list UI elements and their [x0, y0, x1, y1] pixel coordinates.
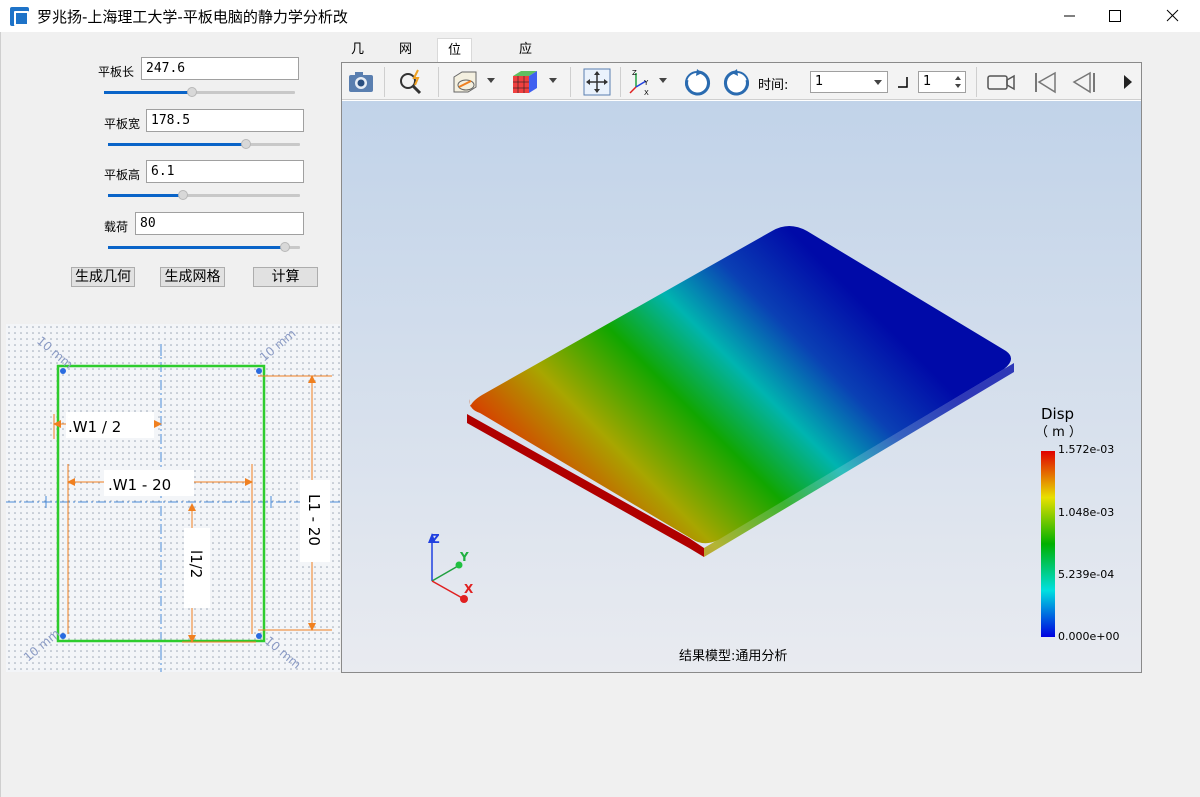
- chevron-down-icon: [874, 80, 882, 85]
- time-label: 时间:: [758, 78, 789, 93]
- dim-w-half-label: .W1 / 2: [68, 418, 121, 436]
- spin-arrows-icon[interactable]: [954, 74, 962, 90]
- sketch-drawing: 10 mm 10 mm 10 mm 10 mm .W1 / 2 .W1 - 20…: [6, 324, 340, 672]
- length-slider[interactable]: [104, 87, 295, 97]
- svg-text:Y: Y: [643, 79, 649, 87]
- svg-text:Z: Z: [632, 69, 637, 77]
- time-select-value: 1: [815, 74, 824, 89]
- legend-tick-min: 0.000e+00: [1058, 630, 1119, 643]
- legend-title: Disp: [1041, 405, 1074, 423]
- zoom-icon[interactable]: [396, 67, 426, 97]
- length-slider-fill: [104, 91, 192, 94]
- step-spinbox-value: 1: [923, 74, 932, 89]
- length-input[interactable]: 247.6: [141, 57, 299, 80]
- rotate-cw-icon[interactable]: [682, 67, 712, 97]
- legend-tick-max: 1.572e-03: [1058, 443, 1114, 456]
- camera-icon[interactable]: [346, 67, 376, 97]
- load-slider-thumb[interactable]: [279, 242, 290, 252]
- tab-geometry[interactable]: 几何: [341, 38, 374, 81]
- prev-frame-icon[interactable]: [1070, 67, 1100, 97]
- length-label: 平板长: [98, 65, 135, 79]
- generate-mesh-button[interactable]: 生成网格: [160, 267, 225, 287]
- width-slider-fill: [108, 143, 247, 146]
- axis-orient-icon[interactable]: ZYX: [626, 67, 656, 97]
- svg-text:X: X: [644, 89, 649, 97]
- load-slider[interactable]: [108, 242, 300, 252]
- x-axis-marker: [460, 595, 468, 603]
- dim-l-half-label: l1/2: [187, 550, 205, 578]
- maximize-icon: [1109, 10, 1121, 22]
- dim-w-minus-label: .W1 - 20: [108, 476, 171, 494]
- x-axis-label: X: [464, 582, 474, 596]
- tab-mesh[interactable]: 网格: [389, 38, 422, 81]
- minimize-button[interactable]: [1046, 0, 1092, 32]
- z-axis-label: Z: [431, 532, 440, 546]
- height-slider[interactable]: [108, 190, 300, 200]
- compute-button[interactable]: 计算: [253, 267, 318, 287]
- length-slider-thumb[interactable]: [186, 87, 197, 97]
- step-icon: [898, 77, 908, 88]
- legend-tick-lower: 5.239e-04: [1058, 568, 1114, 581]
- width-slider[interactable]: [108, 139, 300, 149]
- fit-view-icon[interactable]: [582, 67, 612, 97]
- maximize-button[interactable]: [1092, 0, 1138, 32]
- time-select[interactable]: 1: [810, 71, 888, 93]
- title-bar: 罗兆扬-上海理工大学-平板电脑的静力学分析改: [0, 0, 1200, 32]
- video-icon[interactable]: [986, 67, 1016, 97]
- height-input[interactable]: 6.1: [146, 160, 304, 183]
- tab-displacement[interactable]: 位移云图: [437, 38, 473, 130]
- chevron-down-icon[interactable]: [548, 77, 558, 85]
- width-input[interactable]: 178.5: [146, 109, 304, 132]
- height-label: 平板高: [104, 168, 141, 182]
- step-spinbox[interactable]: 1: [918, 71, 966, 93]
- viewer-toolbar: ZYX 时间: 1 1: [342, 63, 1141, 100]
- minimize-icon: [1064, 15, 1075, 17]
- load-label: 载荷: [104, 220, 129, 234]
- legend-tick-upper: 1.048e-03: [1058, 506, 1114, 519]
- height-slider-thumb[interactable]: [177, 190, 188, 200]
- result-model-caption: 结果模型:通用分析: [679, 649, 787, 664]
- load-input[interactable]: 80: [135, 212, 304, 235]
- tab-stress[interactable]: 应力云图: [509, 38, 542, 129]
- load-slider-fill: [108, 246, 285, 249]
- legend-colorbar: [1041, 451, 1055, 637]
- app-icon: [10, 7, 29, 26]
- generate-geometry-button[interactable]: 生成几何: [71, 267, 135, 287]
- rotate-ccw-icon[interactable]: [722, 67, 752, 97]
- color-cube-icon[interactable]: [510, 67, 540, 97]
- window-title: 罗兆扬-上海理工大学-平板电脑的静力学分析改: [37, 8, 348, 26]
- dim-l-minus-label: L1 - 20: [305, 494, 323, 546]
- next-icon[interactable]: [1122, 73, 1134, 91]
- height-slider-fill: [108, 194, 183, 197]
- width-label: 平板宽: [104, 117, 141, 131]
- result-canvas[interactable]: Z Y X Disp （ m ） 1.572e-03 1.048e-03 5.2…: [342, 101, 1141, 672]
- chevron-down-icon[interactable]: [486, 77, 496, 85]
- plate-3d-render: Z Y X Disp （ m ） 1.572e-03 1.048e-03 5.2…: [342, 101, 1141, 672]
- close-icon: [1166, 9, 1179, 22]
- sketch-canvas: 10 mm 10 mm 10 mm 10 mm .W1 / 2 .W1 - 20…: [6, 324, 340, 672]
- close-button[interactable]: [1146, 0, 1200, 32]
- y-axis-label: Y: [459, 550, 469, 564]
- display-style-icon[interactable]: [450, 67, 480, 97]
- chevron-down-icon[interactable]: [658, 77, 668, 85]
- legend-unit: （ m ）: [1035, 425, 1082, 440]
- first-frame-icon[interactable]: [1030, 67, 1060, 97]
